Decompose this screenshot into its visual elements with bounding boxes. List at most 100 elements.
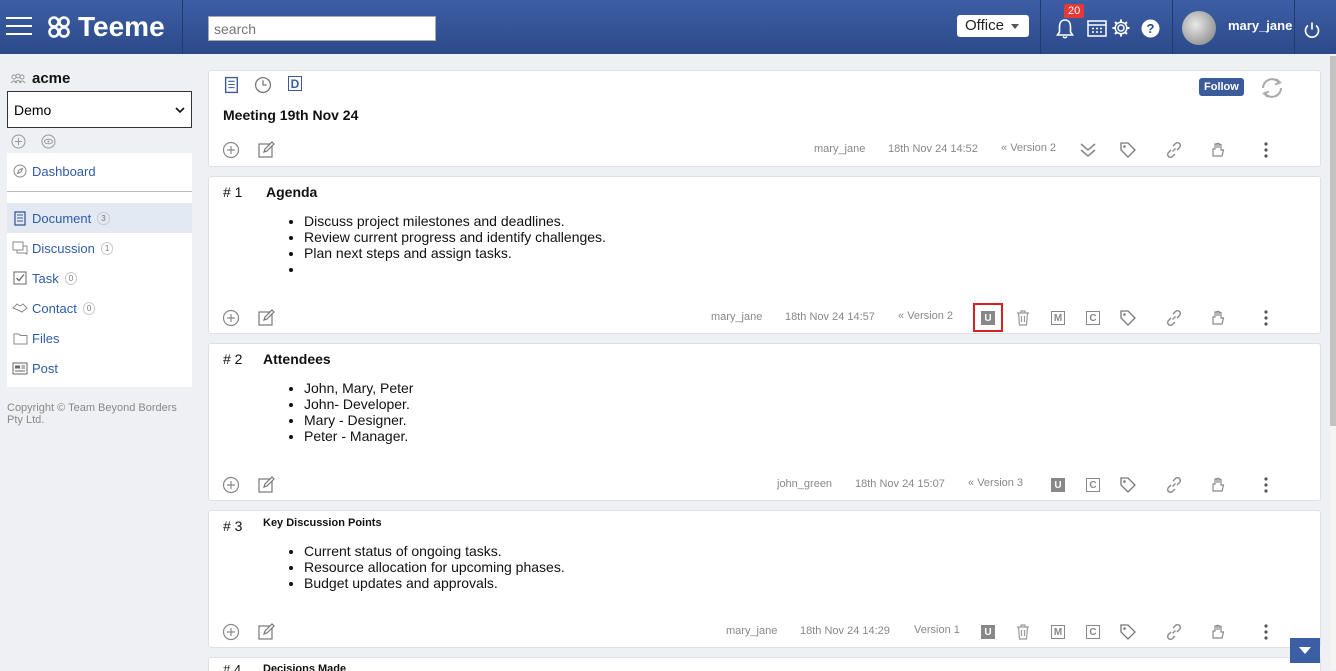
version-link[interactable]: Version 1 — [914, 624, 960, 636]
help-icon[interactable]: ? — [1141, 19, 1160, 38]
unlock-u-button[interactable]: U — [1051, 478, 1065, 492]
avatar[interactable] — [1182, 11, 1216, 45]
edit-icon[interactable] — [257, 309, 275, 327]
svg-text:?: ? — [1147, 21, 1155, 36]
list-item: Plan next steps and assign tasks. — [304, 245, 606, 261]
list-item: John, Mary, Peter — [304, 380, 413, 396]
more-vertical-icon[interactable] — [1257, 309, 1275, 327]
username-label[interactable]: mary_jane — [1228, 18, 1292, 33]
draft-badge[interactable]: D — [288, 76, 302, 91]
sidebar-item-label: Post — [32, 360, 59, 376]
edit-icon[interactable] — [257, 476, 275, 494]
more-vertical-icon[interactable] — [1257, 623, 1275, 641]
bell-icon[interactable] — [1055, 18, 1075, 40]
double-chevron-left-icon: « — [968, 477, 978, 489]
list-item: Discuss project milestones and deadlines… — [304, 213, 606, 229]
team-icon — [10, 73, 26, 83]
sidebar-item-count: 0 — [64, 271, 78, 285]
add-circle-icon[interactable] — [222, 623, 240, 641]
expand-all-icon[interactable] — [1079, 141, 1097, 159]
header-divider — [182, 0, 183, 54]
timestamp-label: 18th Nov 24 14:52 — [888, 143, 978, 155]
section-card-1: # 1 Agenda Discuss project milestones an… — [208, 176, 1321, 334]
space-select[interactable]: Demo — [7, 91, 192, 128]
section-content[interactable]: John, Mary, Peter John- Developer. Mary … — [284, 380, 413, 444]
space-select-value: Demo — [14, 101, 52, 118]
app-logo[interactable]: Teeme — [46, 10, 165, 44]
sidebar-item-dashboard[interactable]: Dashboard — [7, 156, 192, 186]
tag-icon[interactable] — [1119, 309, 1137, 327]
gear-icon[interactable] — [1111, 18, 1131, 38]
link-icon[interactable] — [1165, 623, 1183, 641]
version-label: Version 2 — [1010, 142, 1057, 154]
sidebar-item-contact[interactable]: Contact 0 — [7, 293, 192, 323]
link-icon[interactable] — [1165, 309, 1183, 327]
sidebar-item-discussion[interactable]: Discussion 1 — [7, 233, 192, 263]
sidebar-item-label: Contact — [32, 300, 77, 316]
author-label: mary_jane — [711, 311, 763, 323]
hand-icon[interactable] — [1209, 309, 1227, 327]
m-button[interactable]: M — [1051, 311, 1065, 325]
version-link[interactable]: « Version 2 — [1001, 142, 1056, 154]
link-icon[interactable] — [1165, 476, 1183, 494]
add-circle-icon[interactable] — [222, 141, 240, 159]
power-icon[interactable] — [1303, 21, 1321, 39]
search-input[interactable] — [208, 16, 436, 41]
document-icon[interactable] — [223, 76, 241, 94]
sidebar-item-label: Files — [32, 330, 60, 346]
post-icon — [12, 362, 28, 374]
scroll-down-button[interactable] — [1290, 638, 1320, 663]
sidebar-panel-dashboard: Dashboard — [7, 153, 192, 191]
add-circle-icon[interactable] — [222, 476, 240, 494]
add-circle-icon[interactable] — [222, 309, 240, 327]
clock-icon[interactable] — [254, 76, 272, 94]
section-content[interactable]: Current status of ongoing tasks. Resourc… — [284, 543, 565, 591]
hand-icon[interactable] — [1209, 623, 1227, 641]
author-label: mary_jane — [814, 143, 866, 155]
sidebar-item-task[interactable]: Task 0 — [7, 263, 192, 293]
m-button[interactable]: M — [1051, 625, 1065, 639]
unlock-u-button[interactable]: U — [981, 625, 995, 639]
edit-icon[interactable] — [257, 141, 275, 159]
section-title: Attendees — [263, 351, 331, 367]
refresh-icon[interactable] — [1259, 76, 1285, 100]
document-header-card: D Follow Meeting 19th Nov 24 mary_jane 1… — [208, 70, 1321, 167]
unlock-u-button[interactable]: U — [981, 311, 995, 325]
workspace-select[interactable]: Office — [957, 15, 1029, 37]
tag-icon[interactable] — [1119, 623, 1137, 641]
sidebar-item-post[interactable]: Post — [7, 353, 192, 383]
trash-icon[interactable] — [1014, 309, 1032, 327]
sidebar-item-label: Dashboard — [32, 163, 96, 179]
c-button[interactable]: C — [1086, 625, 1100, 639]
workspace-select-value: Office — [965, 17, 1004, 34]
view-icon[interactable] — [40, 134, 57, 149]
link-icon[interactable] — [1165, 141, 1183, 159]
sidebar-item-files[interactable]: Files — [7, 323, 192, 353]
header-divider — [1040, 0, 1041, 54]
menu-icon[interactable] — [6, 13, 32, 39]
sidebar-item-label: Task — [32, 270, 59, 286]
hand-icon[interactable] — [1209, 141, 1227, 159]
section-content[interactable]: Discuss project milestones and deadlines… — [284, 213, 606, 277]
trash-icon[interactable] — [1014, 623, 1032, 641]
section-card-3: # 3 Key Discussion Points Current status… — [208, 510, 1321, 648]
c-button[interactable]: C — [1086, 311, 1100, 325]
hand-icon[interactable] — [1209, 476, 1227, 494]
version-link[interactable]: « Version 2 — [898, 310, 953, 322]
add-icon[interactable] — [11, 134, 26, 149]
follow-button[interactable]: Follow — [1199, 78, 1244, 96]
more-vertical-icon[interactable] — [1257, 141, 1275, 159]
edit-icon[interactable] — [257, 623, 275, 641]
tag-icon[interactable] — [1119, 476, 1137, 494]
tag-icon[interactable] — [1119, 141, 1137, 159]
section-card-2: # 2 Attendees John, Mary, Peter John- De… — [208, 343, 1321, 501]
more-vertical-icon[interactable] — [1257, 476, 1275, 494]
c-button[interactable]: C — [1086, 478, 1100, 492]
scrollbar-thumb[interactable] — [1330, 56, 1336, 426]
sidebar-item-document[interactable]: Document 3 — [7, 203, 192, 233]
section-number: # 1 — [223, 184, 243, 200]
version-label: Version 1 — [914, 624, 960, 636]
version-link[interactable]: « Version 3 — [968, 477, 1023, 489]
calendar-icon[interactable] — [1087, 19, 1107, 37]
list-item: Peter - Manager. — [304, 428, 413, 444]
